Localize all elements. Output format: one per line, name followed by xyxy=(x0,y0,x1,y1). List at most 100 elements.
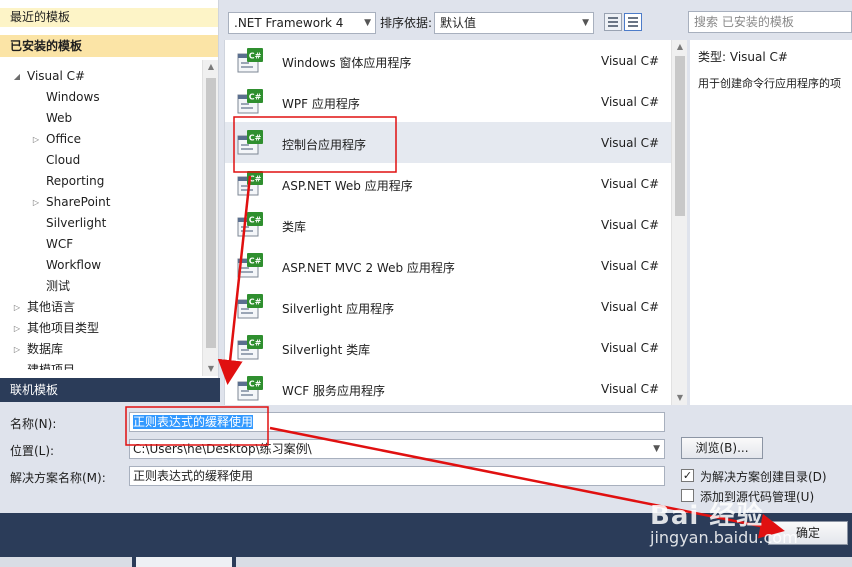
scroll-down-icon[interactable]: ▼ xyxy=(672,391,688,405)
category-tree-item[interactable]: 建模项目 xyxy=(0,360,202,370)
template-search-input[interactable]: 搜索 已安装的模板 xyxy=(688,11,852,33)
template-language: Visual C# xyxy=(601,341,660,355)
solution-name-label: 解决方案名称(M): xyxy=(10,471,106,485)
category-tree-label: Web xyxy=(46,111,73,125)
category-tree-item[interactable]: Workflow xyxy=(0,255,202,276)
category-tree-label: 建模项目 xyxy=(27,363,76,370)
category-tree-item[interactable]: ▷ 其他语言 xyxy=(0,297,202,318)
category-tree-item[interactable]: 测试 xyxy=(0,276,202,297)
create-directory-checkbox[interactable]: ✓ xyxy=(681,469,694,482)
category-tree-label: Cloud xyxy=(46,153,81,167)
aspnet-mvc-icon: C# xyxy=(237,253,263,278)
template-name: Windows 窗体应用程序 xyxy=(282,56,412,70)
chevron-down-icon: ▼ xyxy=(582,18,589,28)
wcf-service-icon: C# xyxy=(237,376,263,401)
sort-select[interactable]: 默认值 ▼ xyxy=(434,12,594,34)
category-tree-label: 其他语言 xyxy=(27,300,76,314)
taskbar-strip xyxy=(0,557,132,567)
category-tree: ◢ Visual C# Windows Web ▷ Office Cloud Reportin… xyxy=(0,66,202,370)
windows-forms-icon: C# xyxy=(237,48,263,73)
template-row[interactable]: C# 控制台应用程序 Visual C# xyxy=(225,122,671,163)
template-row[interactable]: C# ASP.NET MVC 2 Web 应用程序 Visual C# xyxy=(225,245,671,286)
location-input[interactable]: C:\Users\he\Desktop\练习案例\ ▼ xyxy=(129,439,665,459)
scroll-up-icon[interactable]: ▲ xyxy=(203,60,219,74)
online-templates-tab[interactable]: 联机模板 xyxy=(0,378,220,402)
svg-text:C#: C# xyxy=(249,216,262,225)
recent-templates-tab[interactable]: 最近的模板 xyxy=(0,8,218,27)
category-tree-item[interactable]: ◢ Visual C# xyxy=(0,66,202,87)
category-tree-item[interactable]: Cloud xyxy=(0,150,202,171)
svg-text:C#: C# xyxy=(249,134,262,143)
framework-select[interactable]: .NET Framework 4 ▼ xyxy=(228,12,376,34)
project-name-value: 正则表达式的缓释使用 xyxy=(133,415,254,429)
scroll-down-icon[interactable]: ▼ xyxy=(203,362,219,376)
template-name: WCF 服务应用程序 xyxy=(282,384,385,398)
template-language: Visual C# xyxy=(601,177,660,191)
sort-label: 排序依据: xyxy=(380,16,433,30)
category-tree-label: 其他项目类型 xyxy=(27,321,100,335)
category-tree-item[interactable]: ▷ SharePoint xyxy=(0,192,202,213)
template-language: Visual C# xyxy=(601,382,660,396)
chevron-down-icon[interactable]: ▼ xyxy=(653,440,660,458)
category-tree-label: Workflow xyxy=(46,258,102,272)
template-row[interactable]: C# Silverlight 类库 Visual C# xyxy=(225,327,671,368)
collapsed-arrow-icon[interactable]: ▷ xyxy=(11,339,23,360)
template-row[interactable]: C# Windows 窗体应用程序 Visual C# xyxy=(225,40,671,81)
category-tree-item[interactable]: WCF xyxy=(0,234,202,255)
location-value: C:\Users\he\Desktop\练习案例\ xyxy=(133,442,312,456)
medium-icons-view-button[interactable] xyxy=(604,13,622,31)
template-row[interactable]: C# 类库 Visual C# xyxy=(225,204,671,245)
console-app-icon: C# xyxy=(237,130,263,155)
collapsed-arrow-icon[interactable]: ▷ xyxy=(30,129,42,150)
category-tree-item[interactable]: ▷ Office xyxy=(0,129,202,150)
svg-text:C#: C# xyxy=(249,175,262,184)
list-view-button[interactable] xyxy=(624,13,642,31)
template-name: ASP.NET MVC 2 Web 应用程序 xyxy=(282,261,455,275)
template-language: Visual C# xyxy=(601,300,660,314)
scroll-up-icon[interactable]: ▲ xyxy=(672,40,688,54)
project-name-input[interactable]: 正则表达式的缓释使用 xyxy=(129,412,665,432)
template-language: Visual C# xyxy=(601,259,660,273)
template-type: 类型: Visual C# xyxy=(698,48,844,65)
category-scrollbar[interactable]: ▲ ▼ xyxy=(202,60,218,376)
class-library-icon: C# xyxy=(237,212,263,237)
category-tree-item[interactable]: Silverlight xyxy=(0,213,202,234)
baidu-watermark-logo: Bai 经验 xyxy=(650,501,764,531)
silverlight-app-icon: C# xyxy=(237,294,263,319)
aspnet-web-icon: C# xyxy=(237,171,263,196)
template-row[interactable]: C# WCF 服务应用程序 Visual C# xyxy=(225,368,671,405)
template-row[interactable]: C# WPF 应用程序 Visual C# xyxy=(225,81,671,122)
collapsed-arrow-icon[interactable]: ▷ xyxy=(11,297,23,318)
category-tree-item[interactable]: Reporting xyxy=(0,171,202,192)
template-language: Visual C# xyxy=(601,54,660,68)
template-name: WPF 应用程序 xyxy=(282,97,360,111)
svg-text:C#: C# xyxy=(249,380,262,389)
svg-text:C#: C# xyxy=(249,339,262,348)
category-tree-item[interactable]: ▷ 其他项目类型 xyxy=(0,318,202,339)
installed-templates-tab[interactable]: 已安装的模板 xyxy=(0,35,218,57)
scroll-thumb[interactable] xyxy=(206,78,216,348)
category-tree-label: Visual C# xyxy=(27,69,86,83)
expanded-arrow-icon[interactable]: ◢ xyxy=(11,66,23,87)
collapsed-arrow-icon[interactable]: ▷ xyxy=(30,192,42,213)
template-list-scrollbar[interactable]: ▲ ▼ xyxy=(671,40,687,405)
template-language: Visual C# xyxy=(601,95,660,109)
template-details-pane: 类型: Visual C# 用于创建命令行应用程序的项 xyxy=(690,40,852,405)
taskbar-thumbnail xyxy=(136,557,232,567)
template-row[interactable]: C# Silverlight 应用程序 Visual C# xyxy=(225,286,671,327)
category-tree-item[interactable]: ▷ 数据库 xyxy=(0,339,202,360)
category-tree-label: SharePoint xyxy=(46,195,111,209)
category-tree-label: WCF xyxy=(46,237,74,251)
baidu-watermark-url: jingyan.baidu.com xyxy=(650,528,798,547)
template-row[interactable]: C# ASP.NET Web 应用程序 Visual C# xyxy=(225,163,671,204)
collapsed-arrow-icon[interactable]: ▷ xyxy=(11,318,23,339)
category-tree-item[interactable]: Web xyxy=(0,108,202,129)
template-language: Visual C# xyxy=(601,218,660,232)
svg-text:C#: C# xyxy=(249,93,262,102)
scroll-thumb[interactable] xyxy=(675,56,685,216)
type-value: Visual C# xyxy=(729,50,788,64)
category-tree-label: Office xyxy=(46,132,82,146)
browse-button[interactable]: 浏览(B)... xyxy=(681,437,763,459)
category-tree-item[interactable]: Windows xyxy=(0,87,202,108)
solution-name-input[interactable]: 正则表达式的缓释使用 xyxy=(129,466,665,486)
